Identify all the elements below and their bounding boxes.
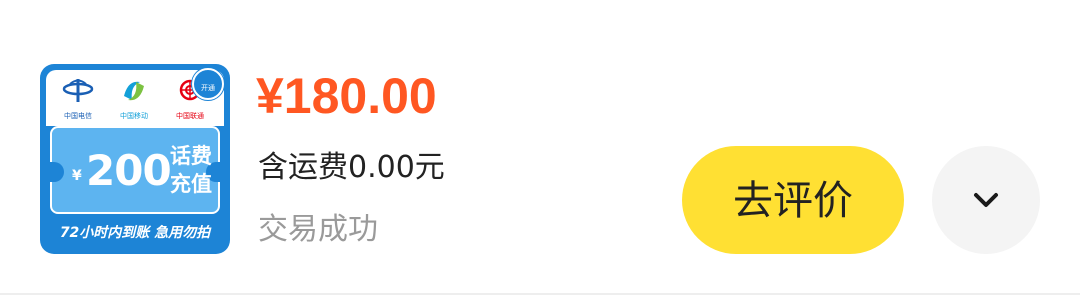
voucher-graphic: ¥ 200 话费充值 bbox=[50, 126, 220, 214]
logo-label: 中国移动 bbox=[120, 112, 148, 120]
logo-label: 中国电信 bbox=[64, 112, 92, 120]
review-button[interactable]: 去评价 bbox=[682, 146, 904, 254]
order-status: 交易成功 bbox=[258, 212, 378, 247]
voucher-amount: 200 bbox=[86, 146, 172, 195]
order-price: ¥180.00 bbox=[256, 68, 437, 124]
product-thumbnail[interactable]: 中国电信 中国移动 中国联通 开通 ¥ 200 话费充值 72小时内到账 急用勿… bbox=[40, 64, 230, 254]
delivery-caption: 72小时内到账 急用勿拍 bbox=[59, 225, 211, 241]
voucher-kind: 话费充值 bbox=[170, 144, 212, 196]
order-item-card[interactable]: 中国电信 中国移动 中国联通 开通 ¥ 200 话费充值 72小时内到账 急用勿… bbox=[0, 0, 1080, 295]
china-mobile-logo-icon: 中国移动 bbox=[110, 76, 158, 120]
open-badge: 开通 bbox=[192, 68, 224, 100]
shipping-fee: 含运费0.00元 bbox=[258, 150, 445, 185]
currency-symbol: ¥ bbox=[72, 168, 82, 184]
china-telecom-logo-icon: 中国电信 bbox=[54, 76, 102, 120]
more-options-button[interactable] bbox=[932, 146, 1040, 254]
chevron-down-icon bbox=[974, 193, 998, 207]
logo-label: 中国联通 bbox=[176, 112, 204, 120]
